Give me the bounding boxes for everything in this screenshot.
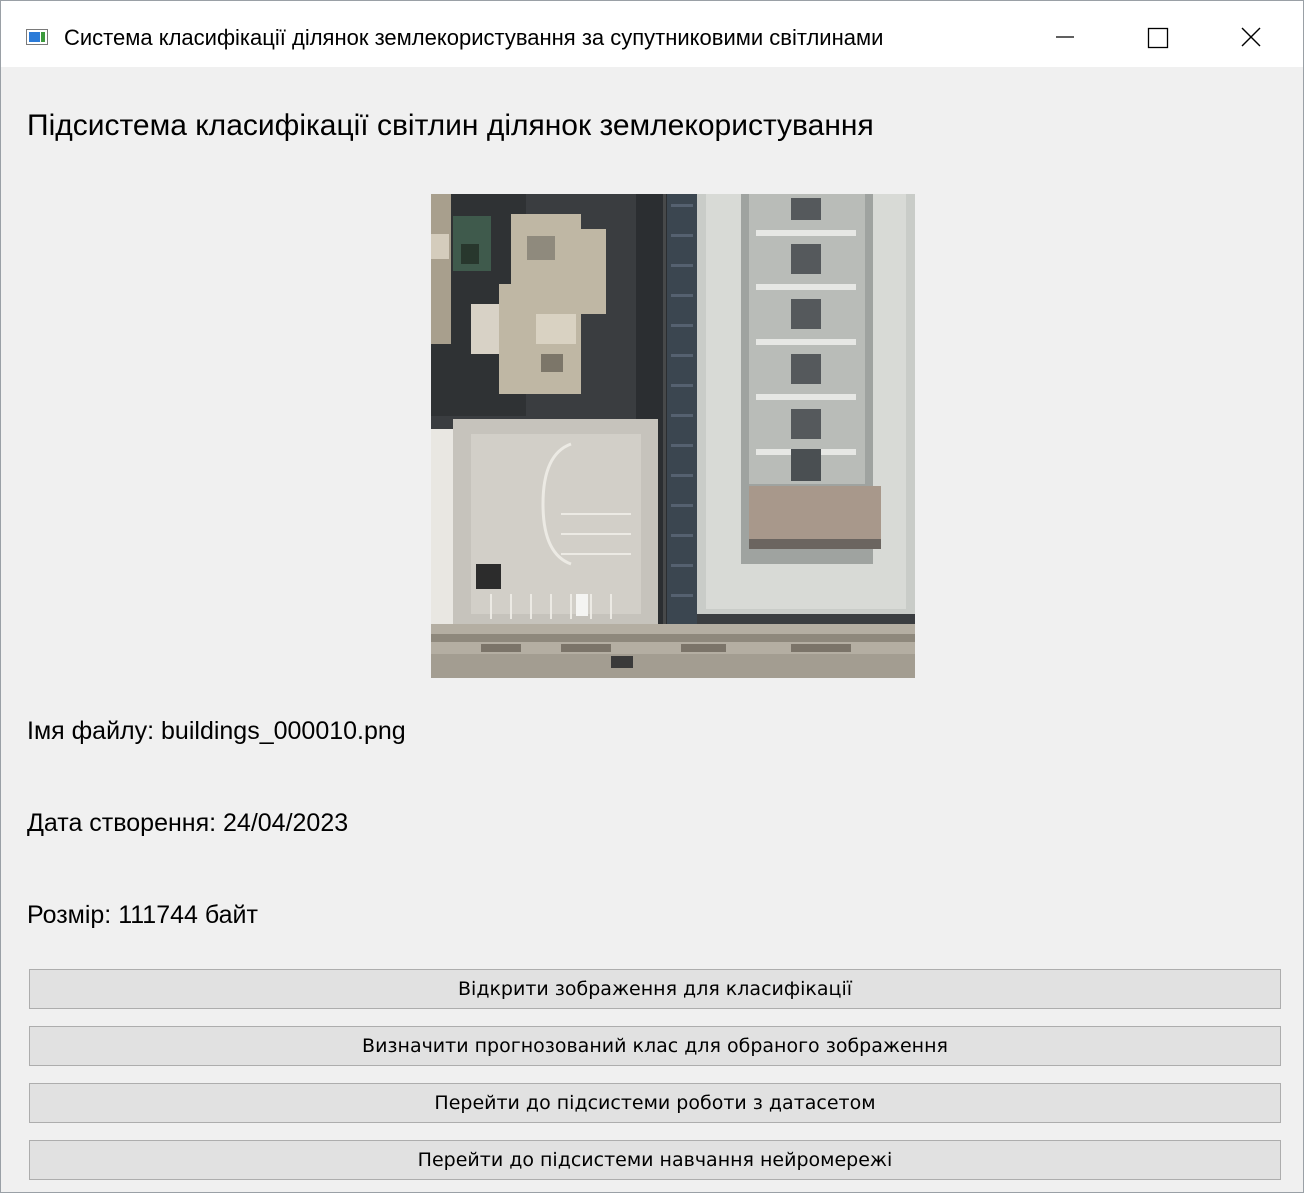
window-title: Система класифікації ділянок землекорист…	[64, 25, 884, 50]
app-window-icon	[26, 29, 48, 45]
goto-training-button[interactable]: Перейти до підсистеми навчання нейромере…	[29, 1140, 1281, 1180]
title-bar[interactable]: Система класифікації ділянок землекорист…	[1, 1, 1303, 67]
close-icon	[1241, 27, 1261, 47]
minimize-button[interactable]	[1018, 11, 1112, 63]
goto-dataset-button[interactable]: Перейти до підсистеми роботи з датасетом	[29, 1083, 1281, 1123]
minimize-icon	[1056, 36, 1074, 38]
page-title: Підсистема класифікації світлин ділянок …	[27, 109, 874, 142]
file-size-label: Розмір: 111744 байт	[27, 901, 258, 929]
maximize-icon	[1147, 27, 1169, 49]
satellite-image	[431, 194, 915, 678]
creation-date-label: Дата створення: 24/04/2023	[27, 809, 349, 837]
close-button[interactable]	[1204, 11, 1298, 63]
file-name-label: Імя файлу: buildings_000010.png	[27, 717, 406, 745]
maximize-button[interactable]	[1111, 11, 1205, 63]
predict-class-button[interactable]: Визначити прогнозований клас для обраног…	[29, 1026, 1281, 1066]
app-window: Система класифікації ділянок землекорист…	[0, 0, 1304, 1193]
open-image-button[interactable]: Відкрити зображення для класифікації	[29, 969, 1281, 1009]
